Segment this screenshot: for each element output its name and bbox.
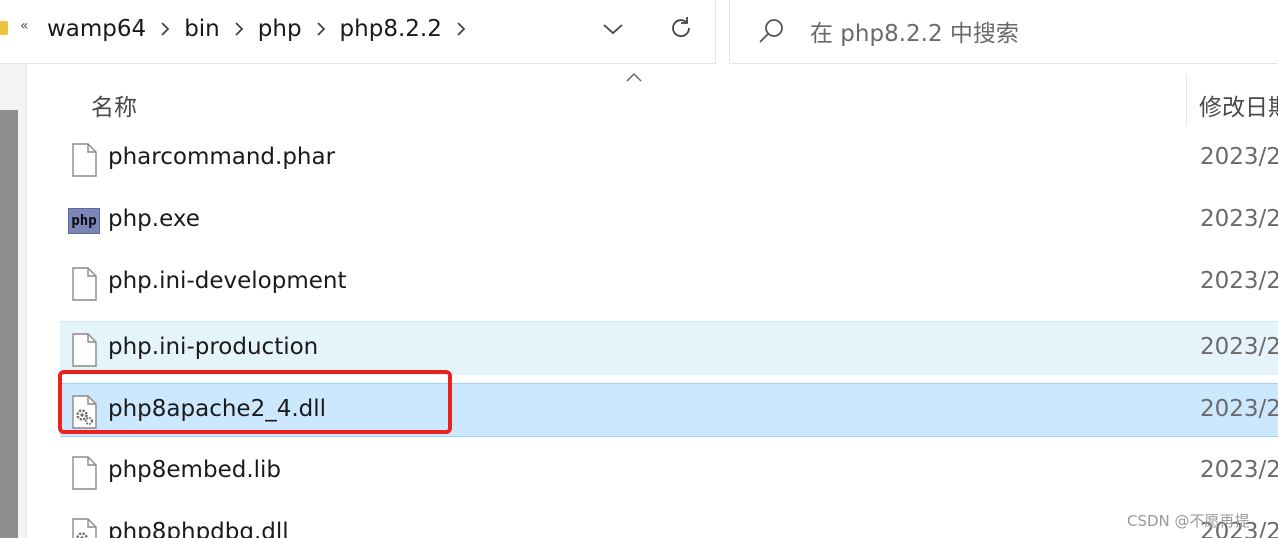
blank-file-icon [72,267,97,301]
sort-ascending-icon [626,72,642,82]
chevron-right-icon[interactable] [442,22,480,36]
chevron-right-icon[interactable] [302,22,340,36]
file-date: 2023/2 [1200,144,1278,170]
breadcrumb-overflow-button[interactable]: « [20,18,29,34]
breadcrumb-item-php822[interactable]: php8.2.2 [340,16,442,42]
file-name: php8apache2_4.dll [108,396,327,422]
file-name: php8phpdbg.dll [108,519,289,538]
file-date: 2023/2 [1200,268,1278,294]
file-row-php-ini-production[interactable]: php.ini-production 2023/2 [60,321,1278,375]
file-name: php.ini-production [108,334,319,360]
blank-file-icon [72,333,97,367]
breadcrumb: wamp64 bin php php8.2.2 [47,13,480,45]
dll-file-icon [72,518,97,538]
breadcrumb-item-bin[interactable]: bin [184,16,220,42]
file-row-php8apache2-4-dll[interactable]: php8apache2_4.dll 2023/2 [60,383,1278,437]
blank-file-icon [72,143,97,177]
breadcrumb-item-php[interactable]: php [258,16,302,42]
column-header-name[interactable]: 名称 [91,88,137,122]
address-history-button[interactable] [598,16,628,42]
file-date: 2023/2 [1200,334,1278,360]
column-resize-handle[interactable] [1186,74,1187,126]
search-placeholder: 在 php8.2.2 中搜索 [810,21,1019,47]
chevron-down-icon [603,24,623,35]
file-name: php8embed.lib [108,457,282,483]
breadcrumb-item-wamp64[interactable]: wamp64 [47,16,146,42]
file-date: 2023/2 [1200,457,1278,483]
file-row-php-exe[interactable]: php php.exe 2023/2 [60,194,1278,248]
search-icon [759,19,783,43]
file-name: php.ini-development [108,268,347,294]
folder-icon [0,21,8,35]
file-row-pharcommand-phar[interactable]: pharcommand.phar 2023/2 [60,132,1278,186]
file-row-php8embed-lib[interactable]: php8embed.lib 2023/2 [60,445,1278,499]
blank-file-icon [72,456,97,490]
column-header-date-modified[interactable]: 修改日期 [1199,88,1278,122]
file-row-php-ini-development[interactable]: php.ini-development 2023/2 [60,256,1278,310]
php-exe-icon: php [68,208,100,234]
navigation-scrollbar[interactable] [0,110,18,538]
file-date: 2023/2 [1200,206,1278,232]
file-name: php.exe [108,206,200,232]
file-name: pharcommand.phar [108,144,336,170]
file-date: 2023/2 [1200,396,1278,422]
refresh-button[interactable] [665,12,697,44]
search-input[interactable]: 在 php8.2.2 中搜索 [729,0,1278,64]
file-row-php8phpdbg-dll[interactable]: php8phpdbg.dll 2023/2 [60,507,1278,538]
column-header: 名称 修改日期 [27,64,1278,136]
address-bar[interactable]: « wamp64 bin php php8.2.2 [0,0,716,64]
chevron-right-icon[interactable] [146,22,184,36]
watermark: CSDN @不愿再提 [1127,512,1250,530]
chevron-right-icon[interactable] [220,22,258,36]
dll-file-icon [72,395,97,429]
refresh-icon [672,17,690,37]
